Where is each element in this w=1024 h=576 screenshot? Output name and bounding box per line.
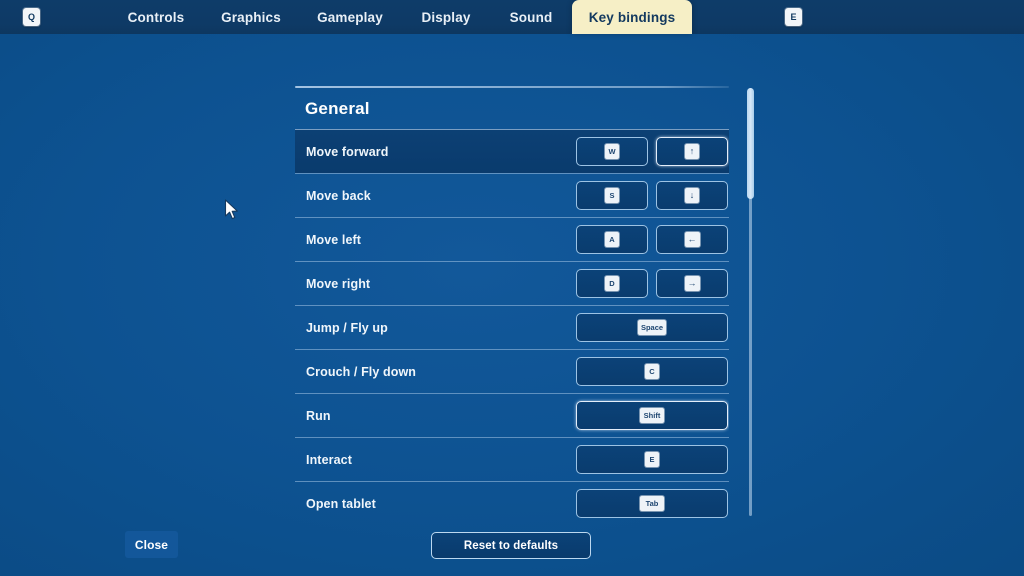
binding-label: Open tablet: [306, 496, 376, 511]
tab-list: Controls Graphics Gameplay Display Sound Key …: [0, 0, 1024, 34]
binding-slot[interactable]: →: [656, 269, 728, 298]
binding-slot[interactable]: E: [576, 445, 728, 474]
binding-slot[interactable]: Tab: [576, 489, 728, 518]
keycap-icon: C: [645, 364, 659, 379]
binding-row[interactable]: Move left A ←: [295, 217, 729, 261]
binding-row[interactable]: Jump / Fly up Space: [295, 305, 729, 349]
binding-row[interactable]: Interact E: [295, 437, 729, 481]
keycap-icon: S: [605, 188, 619, 203]
tab-sound[interactable]: Sound: [493, 0, 569, 34]
section-heading-general: General: [305, 99, 370, 118]
binding-slot-group: W ↑: [576, 137, 728, 166]
panel-top-divider: [295, 86, 729, 88]
close-button[interactable]: Close: [125, 531, 178, 558]
settings-tab-bar: Q E Controls Graphics Gameplay Display Sound…: [0, 0, 1024, 34]
binding-slot[interactable]: W: [576, 137, 648, 166]
binding-label: Interact: [306, 452, 352, 467]
tab-gameplay[interactable]: Gameplay: [301, 0, 399, 34]
binding-slot-group: Shift: [576, 401, 728, 430]
binding-slot[interactable]: Shift: [576, 401, 728, 430]
tab-display[interactable]: Display: [404, 0, 488, 34]
keycap-icon: E: [645, 452, 659, 467]
binding-slot-group: E: [576, 445, 728, 474]
binding-row[interactable]: Move forward W ↑: [295, 129, 729, 173]
binding-slot[interactable]: ←: [656, 225, 728, 254]
key-binding-rows: Move forward W ↑ Move back S ↓ Move left A ← Move…: [295, 129, 729, 520]
binding-slot-group: Tab: [576, 489, 728, 518]
binding-slot[interactable]: D: [576, 269, 648, 298]
keycap-icon: Space: [637, 320, 667, 335]
keycap-icon: ↑: [685, 144, 699, 159]
keycap-icon: ↓: [685, 188, 699, 203]
binding-slot-group: D →: [576, 269, 728, 298]
tab-controls[interactable]: Controls: [110, 0, 202, 34]
binding-label: Move forward: [306, 144, 389, 159]
binding-label: Move right: [306, 276, 371, 291]
tab-graphics[interactable]: Graphics: [205, 0, 297, 34]
binding-slot-group: C: [576, 357, 728, 386]
binding-row[interactable]: Open tablet Tab: [295, 481, 729, 520]
key-bindings-panel: General Move forward W ↑ Move back S ↓ Move le…: [295, 86, 729, 520]
mouse-cursor-icon: [224, 199, 238, 220]
binding-slot[interactable]: ↓: [656, 181, 728, 210]
keycap-icon: →: [684, 276, 700, 291]
binding-label: Jump / Fly up: [306, 320, 388, 335]
binding-label: Crouch / Fly down: [306, 364, 417, 379]
binding-row[interactable]: Move right D →: [295, 261, 729, 305]
keycap-icon: D: [605, 276, 619, 291]
game-settings-screen: Q E Controls Graphics Gameplay Display Sound…: [0, 0, 1024, 576]
reset-to-defaults-button[interactable]: Reset to defaults: [431, 532, 591, 559]
keycap-icon: Shift: [640, 408, 664, 423]
binding-slot-group: S ↓: [576, 181, 728, 210]
tab-key-bindings[interactable]: Key bindings: [572, 0, 692, 34]
binding-slot[interactable]: C: [576, 357, 728, 386]
binding-label: Move back: [306, 188, 371, 203]
binding-row[interactable]: Run Shift: [295, 393, 729, 437]
keycap-icon: A: [605, 232, 619, 247]
binding-slot[interactable]: A: [576, 225, 648, 254]
binding-row[interactable]: Move back S ↓: [295, 173, 729, 217]
binding-slot[interactable]: S: [576, 181, 648, 210]
binding-slot[interactable]: Space: [576, 313, 728, 342]
binding-row[interactable]: Crouch / Fly down C: [295, 349, 729, 393]
binding-label: Move left: [306, 232, 362, 247]
binding-label: Run: [306, 408, 331, 423]
keycap-icon: ←: [684, 232, 700, 247]
binding-slot-group: Space: [576, 313, 728, 342]
binding-slot[interactable]: ↑: [656, 137, 728, 166]
binding-slot-group: A ←: [576, 225, 728, 254]
scrollbar-thumb[interactable]: [747, 88, 754, 199]
keycap-icon: Tab: [640, 496, 664, 511]
keycap-icon: W: [605, 144, 619, 159]
